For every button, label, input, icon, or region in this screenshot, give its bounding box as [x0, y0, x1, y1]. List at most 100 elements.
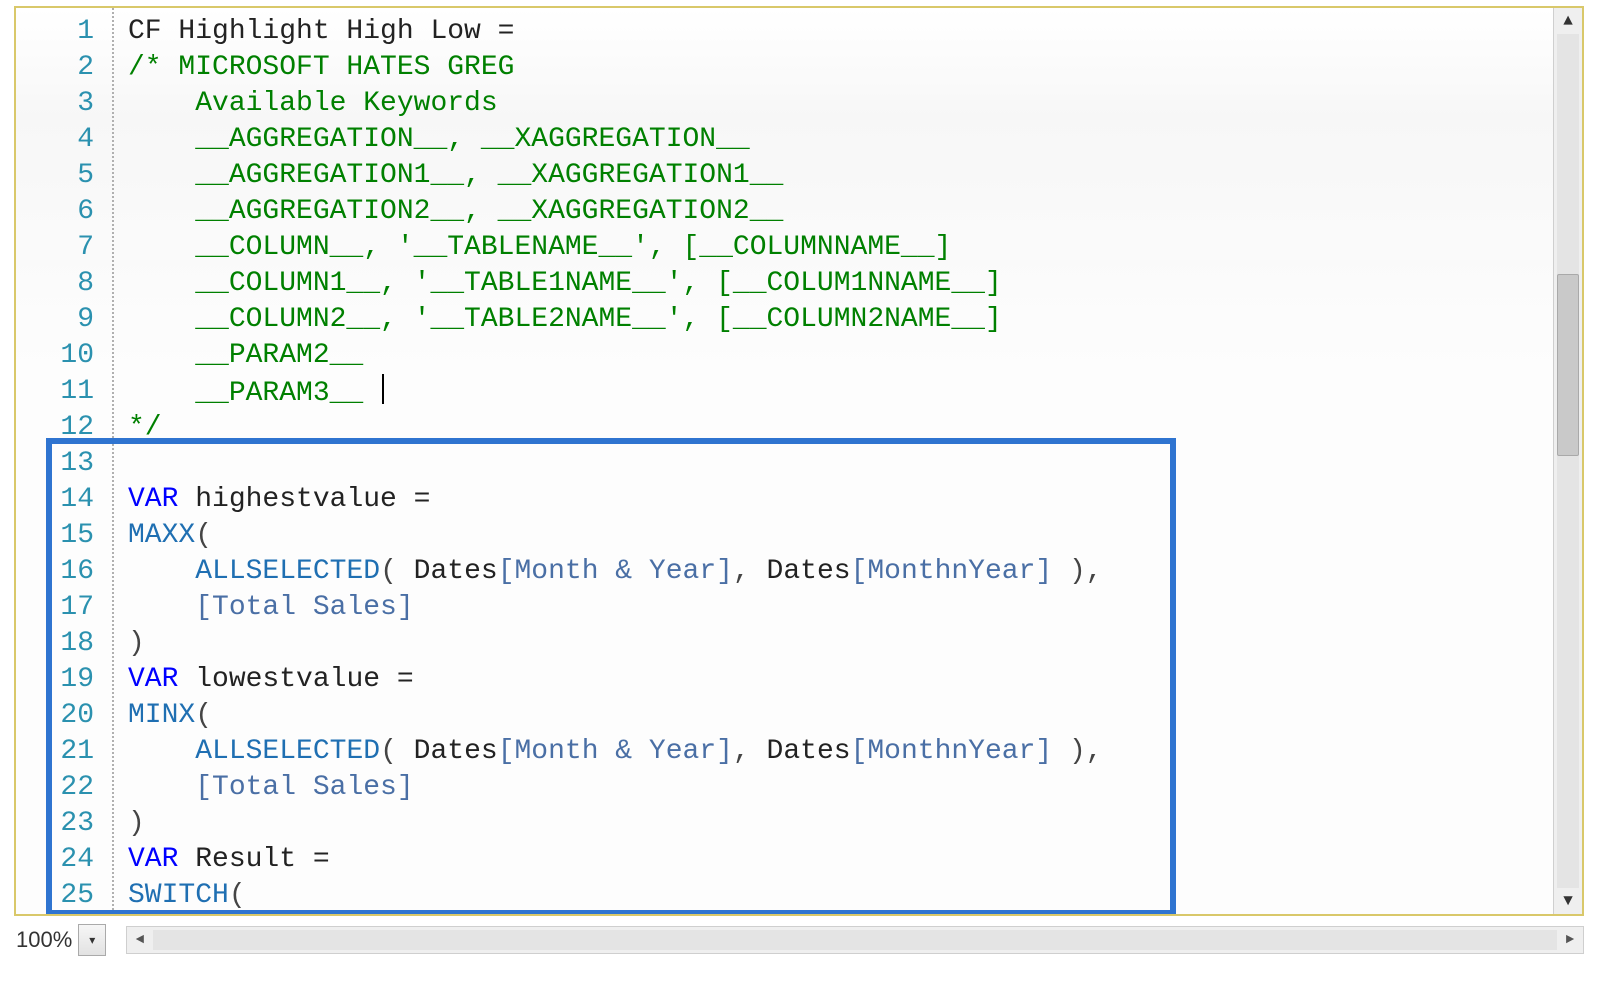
scroll-up-arrow-icon[interactable]: ▲ — [1554, 8, 1582, 34]
code-line[interactable]: VAR lowestvalue = — [128, 662, 1554, 698]
code-line[interactable]: SWITCH( — [128, 878, 1554, 914]
code-token: __AGGREGATION__, __XAGGREGATION__ — [128, 124, 750, 155]
line-number: 24 — [16, 842, 112, 878]
code-token: Available Keywords — [128, 88, 498, 119]
code-token: ALLSELECTED — [195, 736, 380, 767]
code-token: [Month & Year] — [498, 736, 733, 767]
code-token: __COLUMN1__, '__TABLE1NAME__', [__COLUM1… — [128, 268, 1002, 299]
code-token: , — [733, 736, 767, 767]
code-token: ) — [128, 628, 145, 659]
scroll-left-arrow-icon[interactable]: ◄ — [127, 927, 153, 953]
line-number: 15 — [16, 518, 112, 554]
code-token: CF Highlight High Low = — [128, 16, 531, 47]
code-token: __PARAM3__ — [128, 378, 363, 409]
code-token: Dates — [414, 736, 498, 767]
line-number: 20 — [16, 698, 112, 734]
code-token: lowestvalue = — [178, 664, 430, 695]
code-line[interactable]: VAR Result = — [128, 842, 1554, 878]
code-token: ), — [1052, 556, 1102, 587]
scroll-down-arrow-icon[interactable]: ▼ — [1554, 888, 1582, 914]
vertical-scroll-thumb[interactable] — [1557, 274, 1579, 456]
code-token — [128, 592, 195, 623]
code-token: */ — [128, 412, 162, 443]
code-line[interactable]: __PARAM2__ — [128, 338, 1554, 374]
code-token: /* MICROSOFT HATES GREG — [128, 52, 514, 83]
vertical-scrollbar[interactable]: ▲ ▼ — [1553, 8, 1582, 914]
line-number: 21 — [16, 734, 112, 770]
line-number: 23 — [16, 806, 112, 842]
code-area[interactable]: CF Highlight High Low = /* MICROSOFT HAT… — [128, 8, 1554, 914]
line-number: 13 — [16, 446, 112, 482]
code-line[interactable]: MINX( — [128, 698, 1554, 734]
code-token: [Total Sales] — [195, 772, 413, 803]
line-number: 1 — [16, 14, 112, 50]
code-line[interactable]: */ — [128, 410, 1554, 446]
code-token: Result = — [178, 844, 346, 875]
scroll-right-arrow-icon[interactable]: ► — [1557, 927, 1583, 953]
code-token: SWITCH — [128, 880, 229, 911]
code-token: __COLUMN__, '__TABLENAME__', [__COLUMNNA… — [128, 232, 951, 263]
line-number: 10 — [16, 338, 112, 374]
code-line[interactable]: __PARAM3__ — [128, 374, 1554, 410]
line-number: 11 — [16, 374, 112, 410]
code-token: ( — [195, 700, 212, 731]
line-number: 25 — [16, 878, 112, 914]
code-editor-viewport[interactable]: 1234567891011121314151617181920212223242… — [16, 8, 1554, 914]
code-token: ( — [195, 520, 212, 551]
code-token: __COLUMN2__, '__TABLE2NAME__', [__COLUMN… — [128, 304, 1002, 335]
code-token — [363, 378, 380, 409]
editor-status-bar: 100% ▾ ◄ ► — [14, 920, 1584, 960]
code-line[interactable]: [Total Sales] — [128, 590, 1554, 626]
code-line[interactable]: __COLUMN__, '__TABLENAME__', [__COLUMNNA… — [128, 230, 1554, 266]
code-line[interactable]: VAR highestvalue = — [128, 482, 1554, 518]
line-number: 4 — [16, 122, 112, 158]
code-line[interactable]: ALLSELECTED( Dates[Month & Year], Dates[… — [128, 734, 1554, 770]
code-line[interactable]: __COLUMN2__, '__TABLE2NAME__', [__COLUMN… — [128, 302, 1554, 338]
line-number: 9 — [16, 302, 112, 338]
code-line[interactable]: __COLUMN1__, '__TABLE1NAME__', [__COLUM1… — [128, 266, 1554, 302]
line-number: 14 — [16, 482, 112, 518]
code-line[interactable]: [Total Sales] — [128, 770, 1554, 806]
line-number-gutter: 1234567891011121314151617181920212223242… — [16, 8, 112, 914]
code-token: __AGGREGATION1__, __XAGGREGATION1__ — [128, 160, 783, 191]
line-number: 19 — [16, 662, 112, 698]
code-token: ( — [380, 556, 414, 587]
line-number: 6 — [16, 194, 112, 230]
code-line[interactable]: ) — [128, 626, 1554, 662]
code-token: ( — [380, 736, 414, 767]
code-token — [128, 736, 195, 767]
code-line[interactable]: ) — [128, 806, 1554, 842]
line-number: 7 — [16, 230, 112, 266]
code-line[interactable]: ALLSELECTED( Dates[Month & Year], Dates[… — [128, 554, 1554, 590]
code-line[interactable]: __AGGREGATION1__, __XAGGREGATION1__ — [128, 158, 1554, 194]
vertical-scroll-track[interactable] — [1557, 34, 1579, 888]
code-line[interactable]: Available Keywords — [128, 86, 1554, 122]
code-token: ), — [1052, 736, 1102, 767]
line-number: 22 — [16, 770, 112, 806]
horizontal-scrollbar[interactable]: ◄ ► — [126, 926, 1584, 954]
code-line[interactable]: CF Highlight High Low = — [128, 14, 1554, 50]
horizontal-scroll-track[interactable] — [153, 930, 1557, 950]
code-token: [MonthnYear] — [851, 556, 1053, 587]
code-token: VAR — [128, 484, 178, 515]
zoom-dropdown-button[interactable]: ▾ — [78, 924, 106, 956]
code-token: VAR — [128, 844, 178, 875]
zoom-control: 100% ▾ — [14, 922, 106, 958]
gutter-separator — [112, 8, 114, 914]
line-number: 18 — [16, 626, 112, 662]
code-line[interactable]: /* MICROSOFT HATES GREG — [128, 50, 1554, 86]
line-number: 5 — [16, 158, 112, 194]
code-token: highestvalue = — [178, 484, 447, 515]
code-token: ) — [128, 808, 145, 839]
code-line[interactable]: __AGGREGATION__, __XAGGREGATION__ — [128, 122, 1554, 158]
code-token: VAR — [128, 664, 178, 695]
line-number: 3 — [16, 86, 112, 122]
code-token: MINX — [128, 700, 195, 731]
code-line[interactable]: MAXX( — [128, 518, 1554, 554]
code-line[interactable] — [128, 446, 1554, 482]
code-line[interactable]: __AGGREGATION2__, __XAGGREGATION2__ — [128, 194, 1554, 230]
text-cursor — [382, 374, 384, 404]
line-number: 16 — [16, 554, 112, 590]
code-token: ( — [229, 880, 246, 911]
code-token: __AGGREGATION2__, __XAGGREGATION2__ — [128, 196, 783, 227]
